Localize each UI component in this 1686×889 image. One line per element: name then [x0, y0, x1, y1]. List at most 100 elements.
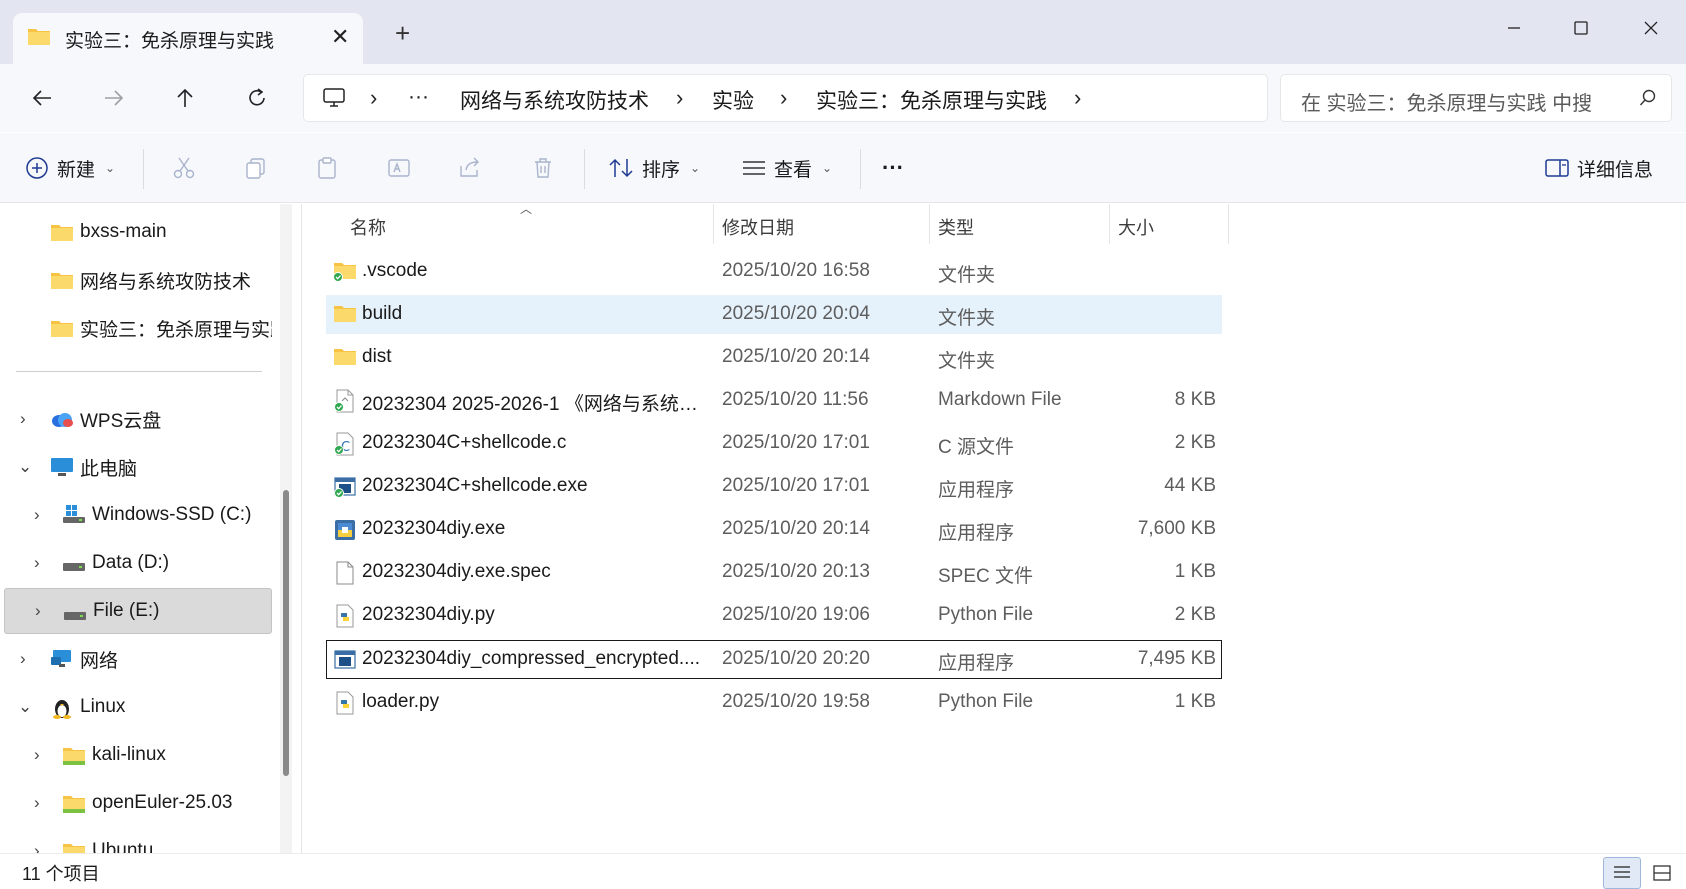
file-size: 2 KB — [1174, 432, 1216, 453]
pane-divider[interactable] — [301, 204, 302, 853]
file-row[interactable]: build 2025/10/20 20:04 文件夹 — [326, 295, 1222, 334]
sidebar-item-network-course[interactable]: 网络与系统攻防技术 — [4, 257, 272, 303]
breadcrumb-overflow[interactable]: ··· — [408, 85, 429, 109]
breadcrumb-separator[interactable]: › — [370, 85, 377, 111]
close-icon — [1644, 21, 1658, 35]
maximize-button[interactable] — [1561, 10, 1601, 46]
share-icon[interactable] — [458, 156, 482, 180]
sidebar-item-drive-e[interactable]: › File (E:) — [4, 588, 272, 634]
sidebar-item-experiment-3[interactable]: 实验三：免杀原理与实践 — [4, 305, 272, 351]
chevron-right-icon[interactable]: › — [34, 745, 40, 765]
up-button[interactable] — [163, 78, 207, 118]
file-date: 2025/10/20 20:20 — [722, 648, 870, 669]
sort-button[interactable]: 排序 ⌄ — [608, 133, 700, 203]
sidebar-item-ubuntu[interactable]: › Ubuntu — [4, 828, 272, 853]
details-view-button[interactable] — [1603, 857, 1641, 889]
more-options-button[interactable]: ··· — [882, 133, 904, 203]
chevron-right-icon[interactable]: › — [34, 505, 40, 525]
details-pane-button[interactable]: 详细信息 — [1545, 133, 1653, 203]
file-name: 20232304 2025-2026-1 《网络与系统… — [362, 394, 698, 415]
back-button[interactable] — [20, 78, 64, 118]
tab-close-icon[interactable]: ✕ — [331, 24, 349, 50]
sidebar-item-bxss-main[interactable]: bxss-main — [4, 209, 272, 255]
file-date: 2025/10/20 20:14 — [722, 518, 870, 539]
chevron-right-icon[interactable]: › — [34, 841, 40, 853]
breadcrumb-separator[interactable]: › — [780, 85, 787, 111]
chevron-down-icon[interactable]: ⌄ — [18, 457, 32, 477]
python-file-icon — [333, 604, 357, 634]
file-type: 应用程序 — [938, 480, 1015, 501]
file-size: 44 KB — [1164, 475, 1216, 496]
column-modified[interactable]: 修改日期 — [722, 214, 794, 240]
file-date: 2025/10/20 19:06 — [722, 604, 870, 625]
cut-icon[interactable] — [172, 156, 196, 180]
search-box[interactable]: 在 实验三：免杀原理与实践 中搜 — [1280, 74, 1672, 122]
chevron-right-icon[interactable]: › — [34, 553, 40, 573]
delete-icon[interactable] — [531, 156, 555, 180]
file-row[interactable]: 20232304diy.py 2025/10/20 19:06 Python F… — [326, 596, 1222, 635]
new-button[interactable]: 新建 ⌄ — [25, 133, 115, 203]
chevron-right-icon[interactable]: › — [20, 649, 26, 669]
forward-button[interactable] — [92, 78, 136, 118]
column-name[interactable]: 名称 — [350, 214, 386, 240]
file-row[interactable]: loader.py 2025/10/20 19:58 Python File 1… — [326, 683, 1222, 722]
sidebar-item-drive-c[interactable]: › Windows-SSD (C:) — [4, 492, 272, 538]
sidebar-item-label: 此电脑 — [80, 458, 138, 480]
sidebar-item-kali[interactable]: › kali-linux — [4, 732, 272, 778]
file-row[interactable]: 20232304 2025-2026-1 《网络与系统… 2025/10/20 … — [326, 381, 1222, 420]
file-date: 2025/10/20 17:01 — [722, 475, 870, 496]
breadcrumb-item[interactable]: 实验三：免杀原理与实践 — [816, 85, 1047, 115]
breadcrumb-item[interactable]: 实验 — [712, 85, 754, 115]
file-row[interactable]: 20232304diy.exe 2025/10/20 20:14 应用程序 7,… — [326, 510, 1222, 549]
column-type[interactable]: 类型 — [938, 214, 974, 240]
new-label: 新建 — [57, 159, 96, 181]
sidebar-item-linux[interactable]: ⌄ Linux — [4, 684, 272, 730]
file-name: 20232304C+shellcode.exe — [362, 475, 588, 496]
file-name: 20232304diy.exe — [362, 518, 506, 539]
maximize-icon — [1574, 21, 1588, 35]
file-row[interactable]: 20232304diy.exe.spec 2025/10/20 20:13 SP… — [326, 553, 1222, 592]
file-row[interactable]: C 20232304C+shellcode.c 2025/10/20 17:01… — [326, 424, 1222, 463]
new-tab-button[interactable]: + — [395, 20, 410, 46]
column-divider[interactable] — [713, 204, 714, 244]
chevron-right-icon[interactable]: › — [34, 793, 40, 813]
address-bar[interactable]: › ··· 网络与系统攻防技术 › 实验 › 实验三：免杀原理与实践 › — [303, 74, 1268, 122]
column-divider[interactable] — [1228, 204, 1229, 244]
minimize-button[interactable] — [1494, 10, 1534, 46]
sidebar-item-network[interactable]: › 网络 — [4, 636, 272, 682]
tab-active[interactable]: 实验三：免杀原理与实践 ✕ — [13, 13, 363, 64]
sidebar-item-label: 网络与系统攻防技术 — [80, 271, 252, 293]
column-divider[interactable] — [929, 204, 930, 244]
paste-icon[interactable] — [315, 156, 339, 180]
column-size[interactable]: 大小 — [1118, 214, 1154, 240]
chevron-down-icon[interactable]: ⌄ — [18, 697, 32, 717]
chevron-right-icon[interactable]: › — [20, 409, 26, 429]
sidebar-item-label: kali-linux — [92, 744, 166, 765]
sidebar-scrollbar-thumb[interactable] — [283, 490, 289, 776]
file-row[interactable]: 20232304C+shellcode.exe 2025/10/20 17:01… — [326, 467, 1222, 506]
file-row[interactable]: .vscode 2025/10/20 16:58 文件夹 — [326, 252, 1222, 291]
tiles-view-button[interactable] — [1643, 857, 1681, 889]
breadcrumb-separator[interactable]: › — [1074, 85, 1081, 111]
sidebar-item-this-pc[interactable]: ⌄ 此电脑 — [4, 444, 272, 490]
close-window-button[interactable] — [1631, 10, 1671, 46]
sidebar-item-label: 实验三：免杀原理与实践 — [80, 319, 272, 341]
refresh-button[interactable] — [235, 78, 279, 118]
rename-icon[interactable] — [387, 156, 411, 180]
chevron-right-icon[interactable]: › — [35, 601, 41, 621]
search-input[interactable]: 在 实验三：免杀原理与实践 中搜 — [1301, 87, 1601, 116]
breadcrumb-item[interactable]: 网络与系统攻防技术 — [460, 85, 649, 115]
network-icon — [50, 649, 74, 675]
sidebar-item-drive-d[interactable]: › Data (D:) — [4, 540, 272, 586]
file-date: 2025/10/20 20:14 — [722, 346, 870, 367]
file-row[interactable]: dist 2025/10/20 20:14 文件夹 — [326, 338, 1222, 377]
view-button[interactable]: 查看 ⌄ — [742, 133, 832, 203]
file-size: 2 KB — [1174, 604, 1216, 625]
copy-icon[interactable] — [244, 156, 268, 180]
file-name: 20232304C+shellcode.c — [362, 432, 567, 453]
sidebar-item-openeuler[interactable]: › openEuler-25.03 — [4, 780, 272, 826]
breadcrumb-separator[interactable]: › — [676, 85, 683, 111]
file-row[interactable]: 20232304diy_compressed_encrypted.... 202… — [326, 640, 1222, 679]
column-divider[interactable] — [1109, 204, 1110, 244]
sidebar-item-wps-cloud[interactable]: › WPS云盘 — [4, 396, 272, 442]
